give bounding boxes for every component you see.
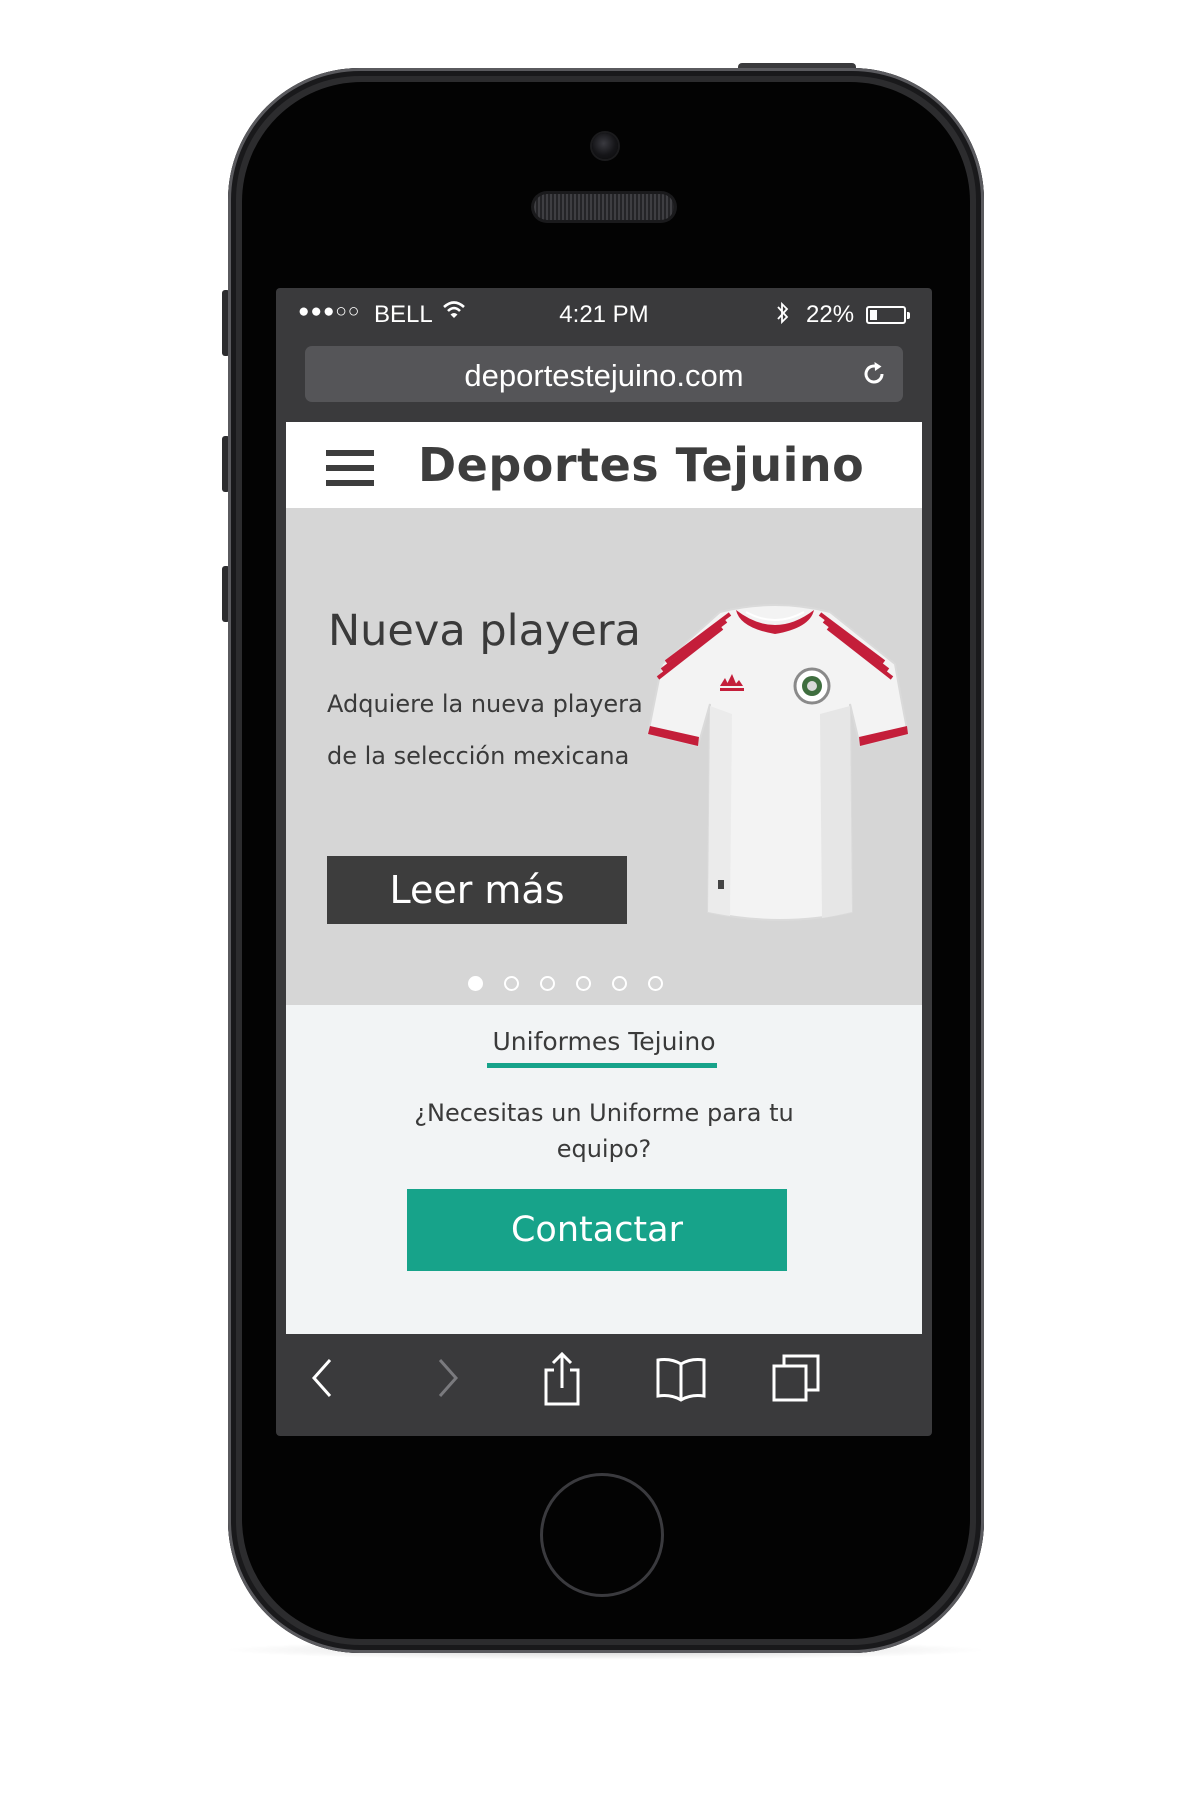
carousel-dot[interactable] [576,976,591,991]
hero-description: Adquiere la nueva playera de la selecció… [327,690,643,770]
menu-icon[interactable] [326,450,374,486]
battery-icon [866,306,910,324]
read-more-button[interactable]: Leer más [327,856,627,924]
phone-screen: ●●●○○ BELL 4:21 PM 22% deportestejuino.c… [276,288,932,1436]
front-camera [592,133,618,159]
reload-icon[interactable] [859,359,889,393]
status-bar: ●●●○○ BELL 4:21 PM 22% [276,288,932,338]
bookmarks-icon[interactable] [654,1352,708,1408]
uniforms-heading[interactable]: Uniformes Tejuino [286,1027,922,1056]
mockup-stage: ●●●○○ BELL 4:21 PM 22% deportestejuino.c… [0,0,1200,1800]
carousel-dot[interactable] [540,976,555,991]
heading-underline [487,1063,717,1068]
web-content: Deportes Tejuino Nueva playera Adquiere … [286,422,922,1334]
carousel-dots [286,976,922,992]
hero-carousel: Nueva playera Adquiere la nueva playera … [286,508,922,1005]
hero-title: Nueva playera [328,606,641,656]
jersey-image [646,604,910,921]
share-icon[interactable] [540,1351,584,1412]
url-text[interactable]: deportestejuino.com [305,358,903,394]
back-icon[interactable] [308,1352,338,1408]
home-button[interactable] [540,1473,664,1597]
address-bar[interactable]: deportestejuino.com [305,346,903,402]
carousel-dot[interactable] [612,976,627,991]
battery-percent: 22% [806,301,855,328]
battery-fill [870,310,877,320]
browser-toolbar [286,1334,922,1422]
uniforms-text: ¿Necesitas un Uniforme para tu equipo? [414,1099,794,1163]
forward-icon[interactable] [432,1352,462,1408]
site-header: Deportes Tejuino [286,422,922,508]
contact-button[interactable]: Contactar [407,1189,787,1271]
carousel-dot[interactable] [468,976,483,991]
uniforms-section: Uniformes Tejuino ¿Necesitas un Uniforme… [286,1005,922,1334]
tabs-icon[interactable] [770,1352,822,1408]
carousel-dot[interactable] [504,976,519,991]
carousel-dot[interactable] [648,976,663,991]
earpiece-speaker [534,194,674,220]
bluetooth-icon [774,300,792,333]
site-title[interactable]: Deportes Tejuino [418,438,864,492]
